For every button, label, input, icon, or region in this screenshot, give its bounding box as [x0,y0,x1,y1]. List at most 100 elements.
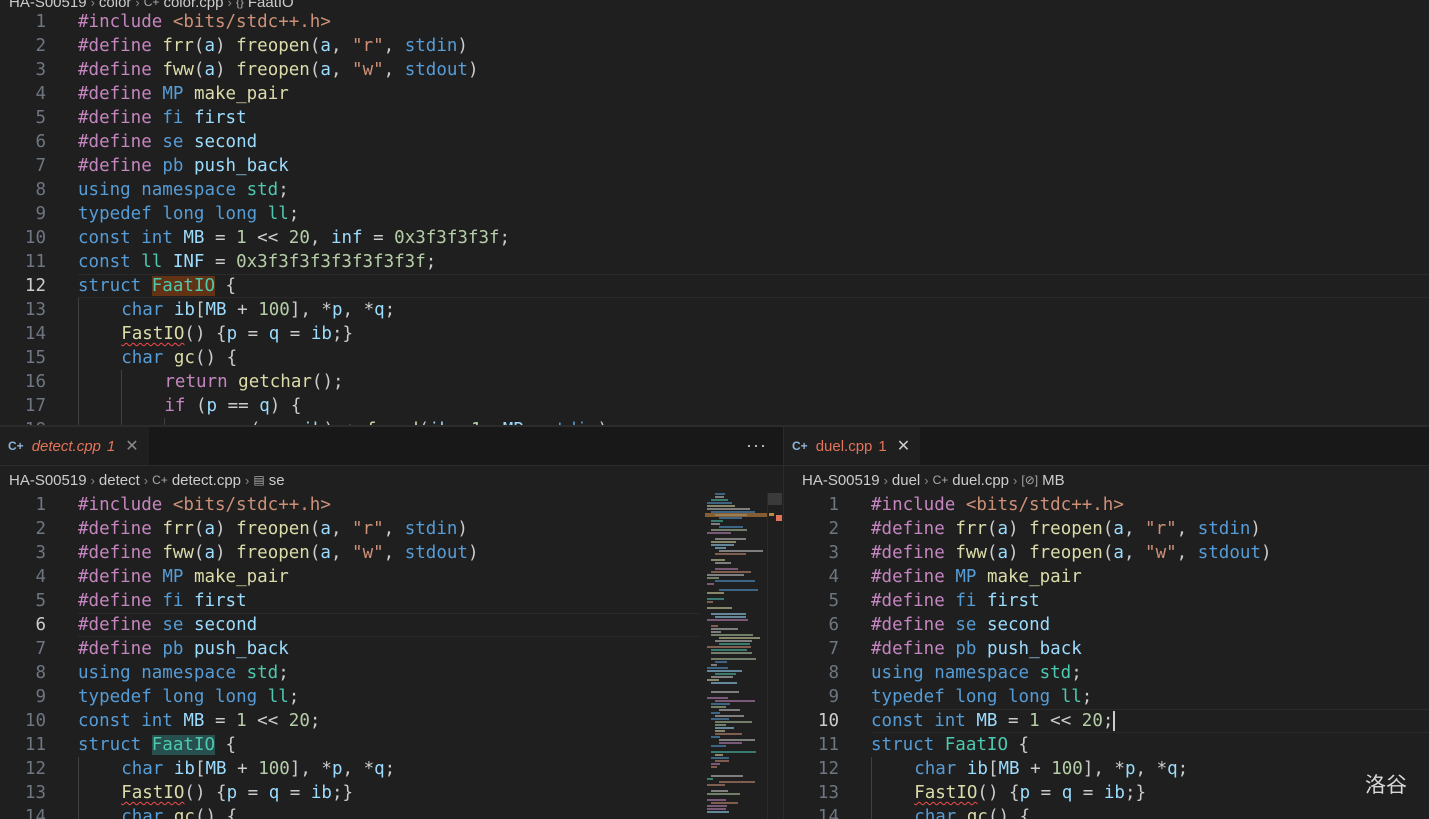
code-line[interactable]: 15 char gc() { [0,346,1429,370]
code-line[interactable]: 9 typedef long long ll; [0,685,783,709]
code-line[interactable]: 8 using namespace std; [0,661,783,685]
code-area[interactable]: 1 #include <bits/stdc++.h> 2 #define frr(a)… [0,493,783,819]
code-line[interactable]: 4 #define MP make_pair [0,82,1429,106]
code-token: ) [1250,519,1261,539]
code-token: = [362,228,395,248]
scroll-thumb[interactable] [768,493,782,505]
code-line[interactable]: 5 #define fi first [793,589,1429,613]
code-line[interactable]: 6 #define se second [0,613,783,637]
code-line[interactable]: 2 #define frr(a) freopen(a, "r", stdin) [0,517,783,541]
scrollbar[interactable] [767,493,782,819]
code-token: const [78,252,131,272]
minimap-line [715,754,723,756]
code-token: { [214,735,237,755]
code-line[interactable]: 7 #define pb push_back [793,637,1429,661]
code-line[interactable]: 8 using namespace std; [793,661,1429,685]
code-token: ; [278,663,289,683]
code-line[interactable]: 2 #define frr(a) freopen(a, "r", stdin) [793,517,1429,541]
code-line[interactable]: 4 #define MP make_pair [793,565,1429,589]
code-token: char [121,807,164,819]
breadcrumb-subfolder[interactable]: duel [892,472,920,489]
code-line[interactable]: 13 char ib[MB + 100], *p, *q; [0,298,1429,322]
breadcrumb-subfolder[interactable]: detect [99,472,140,489]
code-line[interactable]: 5 #define fi first [0,106,1429,130]
code-text: #include <bits/stdc++.h> [78,493,331,517]
code-line[interactable]: 16 return getchar(); [0,370,1429,394]
breadcrumb-file[interactable]: duel.cpp [952,472,1009,489]
code-token: const [871,711,924,731]
minimap[interactable] [705,493,767,819]
code-line[interactable]: 3 #define fww(a) freopen(a, "w", stdout) [0,58,1429,82]
left-editor[interactable]: C+ detect.cpp 1 ✕ ··· HA-S00519 › detect… [0,427,783,819]
breadcrumb-subfolder[interactable]: color [99,0,132,11]
code-token: ; [384,300,396,320]
code-line[interactable]: 7 #define pb push_back [0,637,783,661]
breadcrumb-folder[interactable]: HA-S00519 [802,472,880,489]
minimap-line [711,559,725,561]
code-token: #define [78,108,152,128]
breadcrumb-file[interactable]: color.cpp [163,0,223,11]
code-token: return [164,372,228,392]
code-line[interactable]: 11 struct FaatIO { [793,733,1429,757]
code-line[interactable]: 11 struct FaatIO { [0,733,783,757]
code-line[interactable]: 14 FastIO() {p = q = ib;} [0,322,1429,346]
code-line[interactable]: 10 const int MB = 1 << 20, inf = 0x3f3f3f… [0,226,1429,250]
code-line[interactable]: 3 #define fww(a) freopen(a, "w", stdout) [0,541,783,565]
more-actions-icon[interactable]: ··· [746,435,767,456]
code-text: char gc() { [914,805,1030,819]
code-line[interactable]: 12 char ib[MB + 100], *p, *q; [793,757,1429,781]
code-line[interactable]: 6 #define se second [793,613,1429,637]
code-line[interactable]: 3 #define fww(a) freopen(a, "w", stdout) [793,541,1429,565]
code-line[interactable]: 4 #define MP make_pair [0,565,783,589]
line-number: 1 [35,495,46,515]
code-area[interactable]: 1 #include <bits/stdc++.h> 2 #define frr(a)… [793,493,1429,819]
code-line[interactable]: 1 #include <bits/stdc++.h> [0,493,783,517]
code-line[interactable]: 13 FastIO() {p = q = ib;} [793,781,1429,805]
indent-guide [78,346,79,370]
code-token: q [268,324,280,344]
code-line[interactable]: 1 #include <bits/stdc++.h> [793,493,1429,517]
close-icon[interactable]: ✕ [897,436,910,456]
line-number: 12 [24,276,46,296]
code-token: fi [955,591,977,611]
code-token: #include [78,495,163,515]
code-line[interactable]: 14 char gc() { [793,805,1429,819]
code-token: char [121,348,164,368]
close-icon[interactable]: ✕ [125,436,138,456]
code-line[interactable]: 10 const int MB = 1 << 20; [0,709,783,733]
breadcrumb-symbol[interactable]: FaatIO [248,0,294,11]
code-line[interactable]: 12 struct FaatIO { [0,274,1429,298]
code-line[interactable]: 2 #define frr(a) freopen(a, "r", stdin) [0,34,1429,58]
code-line[interactable]: 11 const ll INF = 0x3f3f3f3f3f3f3f3f; [0,250,1429,274]
code-line[interactable]: 8 using namespace std; [0,178,1429,202]
code-line[interactable]: 18 q = (p = ib) + fread(ib, 1, MB, stdin)… [0,418,1429,425]
code-line[interactable]: 6 #define se second [0,130,1429,154]
code-area[interactable]: 1 #include <bits/stdc++.h> 2 #define frr(a)… [0,10,1429,425]
code-line[interactable]: 13 FastIO() {p = q = ib;} [0,781,783,805]
code-line[interactable]: 5 #define fi first [0,589,783,613]
code-line[interactable]: 9 typedef long long ll; [0,202,1429,226]
code-line[interactable]: 14 char gc() { [0,805,783,819]
tab-duel-cpp[interactable]: C+ duel.cpp 1 ✕ [784,427,921,465]
code-line[interactable]: 17 if (p == q) { [0,394,1429,418]
code-token: = [204,252,237,272]
code-line[interactable]: 1 #include <bits/stdc++.h> [0,10,1429,34]
code-text: #define frr(a) freopen(a, "r", stdin) [78,517,468,541]
breadcrumb-symbol[interactable]: MB [1042,472,1065,489]
code-line[interactable]: 9 typedef long long ll; [793,685,1429,709]
line-number: 4 [35,567,46,587]
breadcrumb-symbol[interactable]: se [269,472,285,489]
code-token: #define [78,519,152,539]
breadcrumb-file[interactable]: detect.cpp [172,472,241,489]
tab-detect-cpp[interactable]: C+ detect.cpp 1 ✕ [0,427,149,465]
top-editor[interactable]: HA-S00519 › color › C+ color.cpp › {} Fa… [0,0,1429,425]
code-line[interactable]: 7 #define pb push_back [0,154,1429,178]
breadcrumb-folder[interactable]: HA-S00519 [9,0,87,11]
breadcrumb-folder[interactable]: HA-S00519 [9,472,87,489]
right-editor[interactable]: C+ duel.cpp 1 ✕ HA-S00519 › duel › C+ du… [784,427,1429,819]
code-line[interactable]: 12 char ib[MB + 100], *p, *q; [0,757,783,781]
code-line[interactable]: 10 const int MB = 1 << 20; [793,709,1429,733]
